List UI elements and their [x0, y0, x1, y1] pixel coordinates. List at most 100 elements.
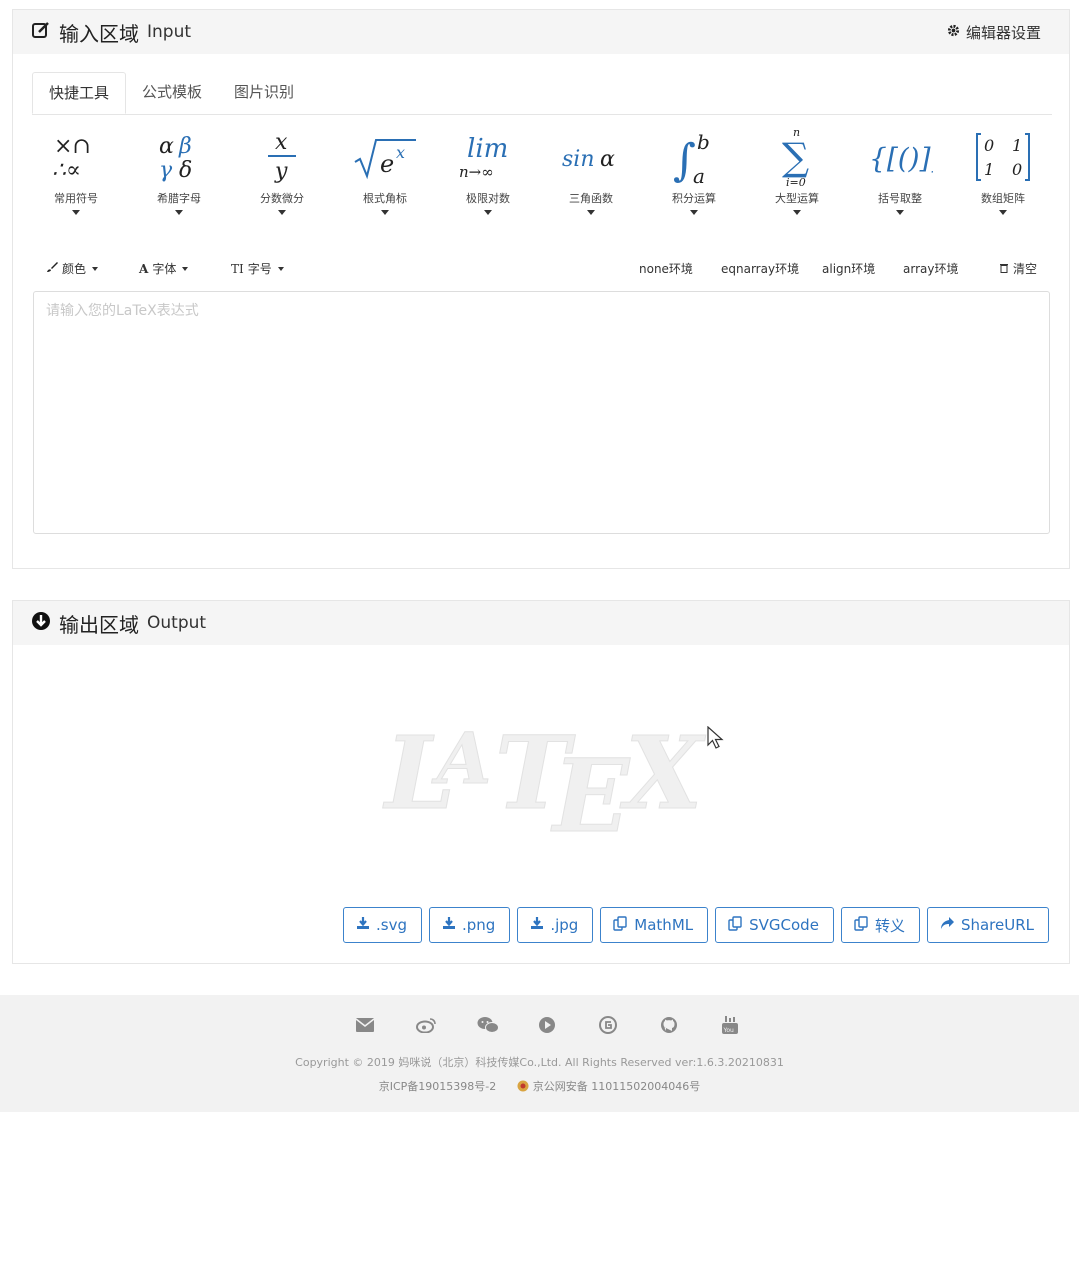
gear-icon [947, 23, 960, 41]
email-icon[interactable] [355, 1015, 416, 1035]
tool-label: 大型运算 [775, 192, 819, 205]
svg-text:{[()]}: {[()]} [869, 142, 933, 175]
copy-icon [613, 915, 628, 935]
input-panel-title: 输入区域 Input [31, 18, 191, 47]
chevron-down-icon [690, 210, 698, 215]
svg-text:1: 1 [1012, 136, 1022, 155]
size-label: 字号 [247, 262, 272, 276]
symbols-icon: ×∩ ∴∝ [26, 126, 126, 188]
share-url-label: ShareURL [960, 916, 1034, 934]
greek-icon: αβγδ [129, 126, 229, 188]
chevron-down-icon [278, 210, 286, 215]
trash-icon [999, 262, 1009, 276]
download-png-label: .png [461, 916, 496, 934]
download-jpg-button[interactable]: .jpg [517, 907, 594, 943]
download-png-button[interactable]: .png [428, 907, 511, 943]
weibo-icon[interactable] [416, 1015, 477, 1035]
tab-formula-templates[interactable]: 公式模板 [126, 72, 218, 114]
footer-social-icons: You [355, 1015, 782, 1035]
output-panel: 输出区域 Output L A T E X .svg .png .jpg Mat… [12, 600, 1070, 964]
icp-link[interactable]: 京ICP备19015398号-2 [379, 1080, 497, 1093]
eqnarray-env-label: eqnarray环境 [721, 262, 800, 276]
copy-escape-label: 转义 [874, 916, 905, 935]
color-label: 颜色 [62, 262, 87, 276]
svg-text:A: A [431, 717, 491, 800]
tool-large-operators[interactable]: n ∑ i=0 大型运算 [747, 126, 847, 215]
tool-label: 数组矩阵 [981, 192, 1025, 205]
input-title-en: Input [147, 22, 192, 42]
input-panel-header: 输入区域 Input 编辑器设置 [13, 10, 1069, 54]
svg-text:x: x [275, 130, 288, 155]
svg-text:e: e [380, 150, 394, 178]
chevron-down-icon [999, 210, 1007, 215]
tool-limit[interactable]: lim n→∞ 极限对数 [438, 126, 538, 215]
limit-icon: lim n→∞ [438, 126, 538, 188]
svg-text:b: b [697, 130, 710, 154]
tool-greek-letters[interactable]: αβγδ 希腊字母 [129, 126, 229, 215]
tool-root[interactable]: ex 根式角标 [335, 126, 435, 215]
video-icon[interactable] [538, 1015, 599, 1035]
chevron-down-icon [277, 266, 284, 271]
font-label: 字体 [152, 262, 177, 276]
svg-text:∑: ∑ [782, 135, 809, 179]
editor-settings-label: 编辑器设置 [965, 23, 1041, 42]
wechat-icon[interactable] [477, 1015, 538, 1035]
tool-label: 根式角标 [363, 192, 407, 205]
tool-label: 极限对数 [466, 192, 510, 205]
svg-text:x: x [396, 143, 405, 162]
svg-text:i=0: i=0 [786, 176, 806, 188]
input-title-cn: 输入区域 [59, 21, 139, 46]
quick-tools-row: ×∩ ∴∝ 常用符号 αβγδ 希腊字母 xy 分数微分 ex 根式角标 lim… [13, 126, 1071, 226]
none-env-button[interactable]: none环境 [639, 260, 693, 277]
tool-brackets[interactable]: {[()]} 括号取整 [850, 126, 950, 215]
copy-escape-button[interactable]: 转义 [840, 907, 920, 943]
copy-svgcode-label: SVGCode [749, 916, 819, 934]
font-dropdown[interactable]: A 字体 [139, 260, 189, 277]
download-icon [442, 916, 456, 934]
format-toolbar: 颜色 A 字体 TI 字号 none环境 eqnarray环境 align环境 … [13, 260, 1071, 280]
brush-icon [46, 261, 58, 276]
tool-integral[interactable]: ∫ b a 积分运算 [644, 126, 744, 215]
svg-text:y: y [274, 159, 288, 184]
color-dropdown[interactable]: 颜色 [46, 260, 99, 277]
chevron-down-icon [92, 266, 99, 271]
svg-text:0: 0 [984, 136, 994, 155]
copy-mathml-button[interactable]: MathML [600, 907, 709, 943]
download-svg-label: .svg [376, 916, 407, 934]
clear-button[interactable]: 清空 [999, 260, 1037, 277]
size-dropdown[interactable]: TI 字号 [231, 260, 284, 277]
brackets-icon: {[()]} [850, 126, 950, 188]
array-env-button[interactable]: array环境 [903, 260, 958, 277]
share-url-button[interactable]: ShareURL [926, 907, 1049, 943]
eqnarray-env-button[interactable]: eqnarray环境 [721, 260, 799, 277]
icp-info: 京ICP备19015398号-2 京公网安备 11011502004046号 [0, 1078, 1079, 1094]
align-env-button[interactable]: align环境 [822, 260, 875, 277]
svg-text:0: 0 [1012, 160, 1022, 179]
tab-image-recognition[interactable]: 图片识别 [218, 72, 310, 114]
svg-text:E: E [550, 737, 631, 833]
text-size-icon: TI [231, 261, 244, 276]
chevron-down-icon [896, 210, 904, 215]
svg-text:n→∞: n→∞ [459, 163, 494, 181]
tool-matrix[interactable]: 0110 数组矩阵 [953, 126, 1053, 215]
svg-text:α: α [600, 147, 615, 172]
root-icon: ex [335, 126, 435, 188]
tool-common-symbols[interactable]: ×∩ ∴∝ 常用符号 [26, 126, 126, 215]
tab-quick-tools[interactable]: 快捷工具 [32, 72, 127, 114]
copy-svgcode-button[interactable]: SVGCode [715, 907, 834, 943]
latex-editor[interactable]: 请输入您的LaTeX表达式 [33, 291, 1050, 534]
tool-fraction[interactable]: xy 分数微分 [232, 126, 332, 215]
export-buttons: .svg .png .jpg MathML SVGCode 转义 ShareUR… [343, 907, 1049, 943]
circle-g-icon[interactable] [599, 1015, 660, 1035]
output-title-en: Output [147, 613, 207, 633]
font-icon: A [139, 261, 149, 276]
police-link[interactable]: 京公网安备 11011502004046号 [533, 1080, 700, 1093]
download-svg-button[interactable]: .svg [343, 907, 422, 943]
github-icon[interactable] [660, 1015, 721, 1035]
tool-trig[interactable]: sin α 三角函数 [541, 126, 641, 215]
editor-settings-button[interactable]: 编辑器设置 [947, 22, 1041, 43]
none-env-label: none环境 [639, 262, 693, 276]
svg-text:X: X [619, 714, 706, 832]
copy-icon [854, 915, 869, 935]
youtube-icon[interactable]: You [721, 1015, 782, 1035]
